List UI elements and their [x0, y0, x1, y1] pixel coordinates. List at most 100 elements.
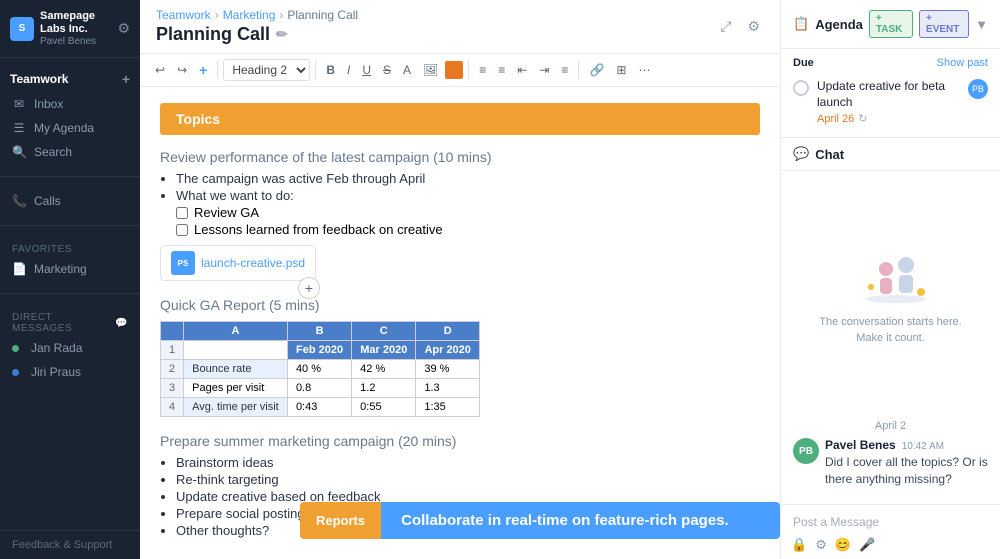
- file-attachment[interactable]: PS launch-creative.psd: [160, 245, 316, 281]
- settings-icon[interactable]: ⚙: [117, 20, 130, 37]
- undo-button[interactable]: ↩: [150, 60, 170, 80]
- table-bounce-apr: 39 %: [416, 360, 480, 379]
- chat-icon: 💬: [793, 146, 809, 162]
- agenda-filter-icon[interactable]: ▼: [975, 17, 988, 32]
- toolbar-sep-2: [315, 61, 316, 79]
- chat-sender-name: Pavel Benes: [825, 438, 896, 452]
- add-block-float-button[interactable]: +: [298, 277, 320, 299]
- sidebar-item-marketing[interactable]: 📄 Marketing: [0, 257, 140, 281]
- strikethrough-button[interactable]: S: [378, 60, 396, 80]
- more-options-button[interactable]: ⋯: [633, 60, 655, 80]
- table-metric-bounce: Bounce rate: [184, 360, 288, 379]
- sidebar-item-inbox[interactable]: ✉ Inbox: [0, 92, 140, 116]
- image-button[interactable]: 🖼: [418, 60, 443, 80]
- chat-message-time: 10:42 AM: [902, 441, 944, 452]
- font-size-button[interactable]: A: [398, 60, 416, 80]
- table-month-mar: Mar 2020: [352, 341, 416, 360]
- italic-button[interactable]: I: [342, 60, 355, 80]
- chat-title: Chat: [815, 147, 844, 162]
- section2-heading: Quick GA Report (5 mins): [160, 297, 760, 313]
- add-task-button[interactable]: + TASK: [869, 10, 913, 38]
- chat-lock-icon[interactable]: 🔒: [791, 537, 807, 553]
- sidebar-divider-1: [0, 176, 140, 177]
- file-name: launch-creative.psd: [201, 256, 305, 270]
- file-type-icon: PS: [171, 251, 195, 275]
- add-event-button[interactable]: + EVENT: [919, 10, 969, 38]
- redo-button[interactable]: ↪: [172, 60, 192, 80]
- sidebar-divider-2: [0, 225, 140, 226]
- checkbox-lessons-label: Lessons learned from feedback on creativ…: [194, 222, 443, 237]
- show-past-button[interactable]: Show past: [937, 57, 988, 69]
- chat-input-placeholder[interactable]: Post a Message: [791, 511, 990, 533]
- checkbox-review-ga-input[interactable]: [176, 207, 188, 219]
- topics-banner: Topics: [160, 103, 760, 135]
- breadcrumb-marketing[interactable]: Marketing: [223, 8, 276, 22]
- indent-in-button[interactable]: ⇥: [534, 60, 554, 80]
- table-row-num: 4: [161, 398, 184, 417]
- due-label: Due: [793, 57, 814, 69]
- bold-button[interactable]: B: [321, 60, 340, 80]
- table-bounce-mar: 42 %: [352, 360, 416, 379]
- align-button[interactable]: ≡: [556, 60, 573, 80]
- jan-rada-label: Jan Rada: [31, 341, 82, 355]
- agenda-item-checkbox[interactable]: [793, 80, 809, 96]
- chat-audio-icon[interactable]: 🎤: [859, 537, 875, 553]
- feedback-support[interactable]: Feedback & Support: [0, 530, 140, 559]
- sidebar-item-jan-rada[interactable]: Jan Rada: [0, 336, 140, 360]
- breadcrumb: Teamwork › Marketing › Planning Call: [156, 8, 358, 22]
- add-block-button[interactable]: +: [194, 59, 212, 81]
- sidebar-team-header: Teamwork +: [0, 66, 140, 92]
- team-label: Teamwork: [10, 72, 68, 86]
- sidebar-favorites-section: Favorites 📄 Marketing: [0, 230, 140, 289]
- marketing-icon: 📄: [12, 262, 26, 276]
- table-col-a: A: [184, 322, 288, 341]
- app-logo-icon: S: [10, 17, 34, 41]
- indent-out-button[interactable]: ⇤: [512, 60, 532, 80]
- underline-button[interactable]: U: [357, 60, 376, 80]
- checkbox-lessons-input[interactable]: [176, 224, 188, 236]
- table-metric-pages: Pages per visit: [184, 379, 288, 398]
- expand-icon[interactable]: ⤢: [716, 14, 735, 39]
- checkbox-review-ga-label: Review GA: [194, 205, 259, 220]
- text-color-button[interactable]: [445, 61, 463, 79]
- heading-select[interactable]: Heading 2 Heading 1 Heading 3 Paragraph: [223, 59, 310, 81]
- checkbox-lessons: Lessons learned from feedback on creativ…: [176, 222, 760, 237]
- edit-title-icon[interactable]: ✏: [276, 26, 288, 43]
- link-button[interactable]: 🔗: [584, 60, 609, 80]
- breadcrumb-teamwork[interactable]: Teamwork: [156, 8, 211, 22]
- agenda-due-header: Due Show past: [793, 57, 988, 69]
- section3-heading: Prepare summer marketing campaign (20 mi…: [160, 433, 760, 449]
- dm-compose-icon[interactable]: 💬: [115, 318, 128, 329]
- promo-text: Collaborate in real-time on feature-rich…: [381, 502, 780, 539]
- sidebar-item-jiri-praus[interactable]: Jiri Praus: [0, 360, 140, 384]
- sidebar-item-search[interactable]: 🔍 Search: [0, 140, 140, 164]
- ordered-list-button[interactable]: ≡: [493, 60, 510, 80]
- sidebar-item-my-agenda[interactable]: ☰ My Agenda: [0, 116, 140, 140]
- my-agenda-label: My Agenda: [34, 121, 94, 135]
- table-button[interactable]: ⊞: [611, 60, 631, 80]
- settings-page-icon[interactable]: ⚙: [743, 14, 764, 39]
- toolbar-sep-3: [468, 61, 469, 79]
- sidebar-company-info: Samepage Labs Inc. Pavel Benes: [40, 10, 117, 47]
- bullet-list-button[interactable]: ≡: [474, 60, 491, 80]
- section1-bullet-list: The campaign was active Feb through Apri…: [160, 171, 760, 203]
- search-icon: 🔍: [12, 145, 26, 159]
- sidebar-divider-3: [0, 293, 140, 294]
- agenda-title: Agenda: [815, 17, 863, 32]
- section3-duration: (20 mins): [398, 433, 456, 449]
- table-time-apr: 1:35: [416, 398, 480, 417]
- section2-duration: (5 mins): [269, 297, 320, 313]
- promo-label: Reports: [300, 502, 381, 539]
- sidebar-item-calls[interactable]: 📞 Calls: [0, 189, 140, 213]
- online-status-dot-jiri: [12, 369, 19, 376]
- add-team-icon[interactable]: +: [122, 71, 130, 87]
- agenda-item: Update creative for beta launch April 26…: [793, 75, 988, 129]
- table-col-b: B: [287, 322, 351, 341]
- chat-empty-illustration: The conversation starts here.Make it cou…: [793, 179, 988, 414]
- marketing-label: Marketing: [34, 262, 87, 276]
- chat-emoji-icon[interactable]: 😊: [835, 537, 851, 553]
- table-time-mar: 0:55: [352, 398, 416, 417]
- agenda-icon: 📋: [793, 16, 809, 32]
- chat-settings-icon[interactable]: ⚙: [815, 537, 827, 553]
- page-title-text: Planning Call: [156, 24, 270, 45]
